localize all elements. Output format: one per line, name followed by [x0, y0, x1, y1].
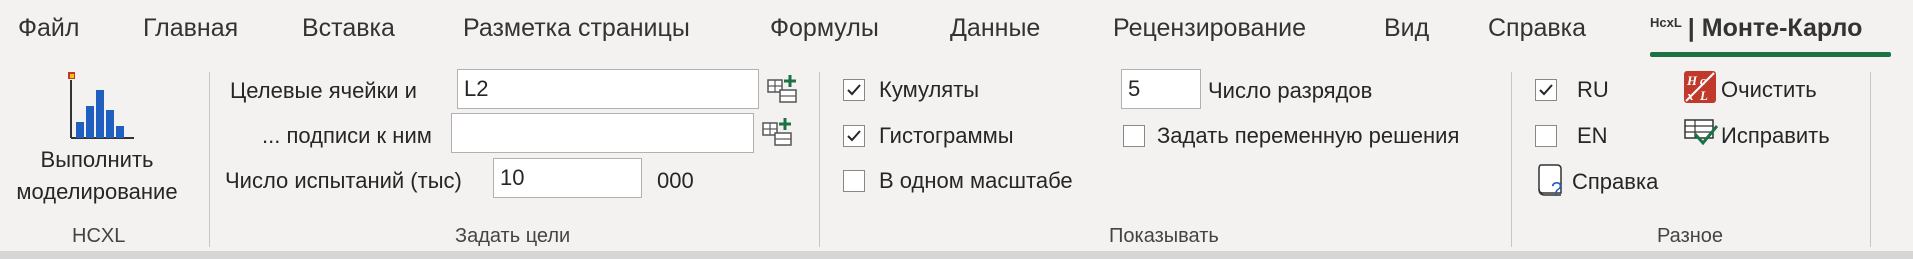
captions-field[interactable] [451, 113, 754, 153]
trials-label: Число испытаний (тыс) [225, 168, 462, 193]
group-separator [209, 72, 210, 247]
run-simulation-button[interactable]: Выполнить моделирование [2, 62, 192, 212]
tab-monte-carlo[interactable]: HcxL | Монте-Карло [1650, 14, 1862, 43]
decision-variable-label: Задать переменную решения [1157, 123, 1460, 148]
run-label-line2: моделирование [16, 179, 178, 204]
svg-text:?: ? [1551, 179, 1562, 199]
group-label-misc: Разное [1657, 225, 1724, 247]
group-label-hcxl: HCXL [72, 225, 126, 247]
group-separator [1511, 72, 1512, 247]
trials-field[interactable] [493, 158, 642, 198]
tab-page-layout[interactable]: Разметка страницы [463, 14, 690, 43]
same-scale-label: В одном масштабе [879, 168, 1073, 193]
help-book-icon: ? [1538, 164, 1562, 199]
group-separator [1870, 72, 1871, 247]
same-scale-checkbox[interactable] [843, 170, 865, 192]
ribbon-tabs: Файл Главная Вставка Разметка страницы Ф… [0, 0, 1913, 62]
help-label: Справка [1572, 169, 1659, 194]
en-checkbox[interactable] [1535, 125, 1557, 147]
tab-data[interactable]: Данные [950, 14, 1040, 43]
tab-view[interactable]: Вид [1384, 14, 1429, 43]
target-cells-field[interactable] [457, 69, 759, 109]
ribbon-bottom-border [0, 251, 1913, 259]
select-range-icon[interactable] [766, 74, 800, 104]
tab-monte-carlo-label: | Монте-Карло [1687, 14, 1863, 42]
hcxl-tab-logo: HcxL [1650, 14, 1682, 30]
clear-icon: H c x L [1684, 71, 1716, 103]
cumulates-checkbox[interactable] [843, 79, 865, 101]
target-cells-label: Целевые ячейки и [230, 78, 417, 103]
fix-label: Исправить [1721, 123, 1830, 148]
checkmark-icon [1539, 84, 1553, 96]
ru-label: RU [1577, 77, 1609, 102]
en-label: EN [1577, 123, 1608, 148]
ru-checkbox[interactable] [1535, 79, 1557, 101]
tab-formulas[interactable]: Формулы [770, 14, 879, 43]
group-label-show: Показывать [1109, 225, 1219, 247]
decision-variable-checkbox[interactable] [1123, 125, 1145, 147]
histograms-checkbox[interactable] [843, 125, 865, 147]
ribbon-panel: Выполнить моделирование HCXL Целевые яче… [0, 62, 1913, 251]
svg-text:H: H [1686, 73, 1698, 88]
captions-label: ... подписи к ним [262, 123, 432, 148]
group-separator [819, 72, 820, 247]
fix-icon [1684, 119, 1719, 146]
digits-label: Число разрядов [1208, 78, 1373, 103]
help-button[interactable]: ? Справка [1535, 161, 1685, 201]
run-simulation-label: Выполнить моделирование [2, 144, 192, 208]
digits-field[interactable] [1121, 69, 1201, 109]
checkmark-icon [847, 130, 861, 142]
clear-button[interactable]: H c x L Очистить [1683, 68, 1893, 106]
checkmark-icon [847, 84, 861, 96]
clear-label: Очистить [1721, 77, 1817, 102]
cumulates-label: Кумуляты [879, 77, 980, 102]
fix-button[interactable]: Исправить [1683, 112, 1893, 150]
select-range-icon[interactable] [761, 117, 795, 147]
svg-text:L: L [1699, 88, 1708, 103]
tab-help[interactable]: Справка [1488, 14, 1586, 43]
active-tab-indicator [1650, 52, 1891, 57]
group-label-set-goals: Задать цели [455, 225, 571, 247]
trials-suffix: 000 [657, 168, 694, 193]
tab-home[interactable]: Главная [143, 14, 238, 43]
histograms-label: Гистограммы [879, 123, 1014, 148]
tab-file[interactable]: Файл [18, 14, 79, 43]
tab-review[interactable]: Рецензирование [1113, 14, 1306, 43]
run-label-line1: Выполнить [40, 147, 154, 172]
histogram-icon [68, 72, 134, 139]
tab-insert[interactable]: Вставка [302, 14, 395, 43]
